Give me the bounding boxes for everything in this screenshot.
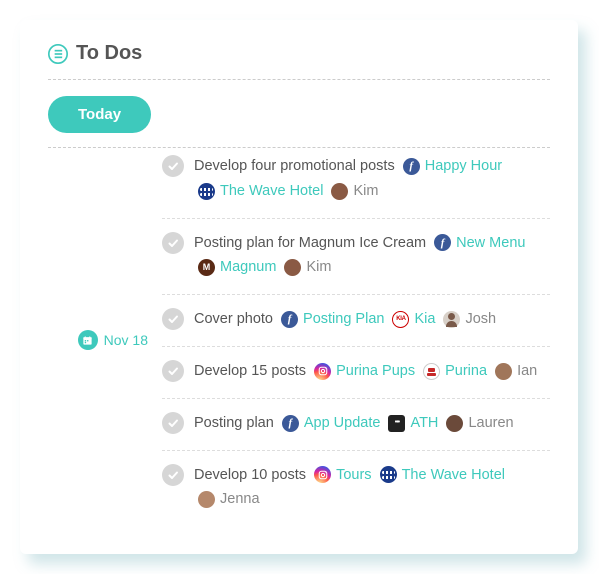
task-body: Develop 15 posts Purina Pups Purina Ian [194, 359, 550, 384]
tag-label: The Wave Hotel [220, 179, 323, 204]
tag-label: ATH [410, 411, 438, 436]
task-body: Posting plan for Magnum Ice Cream New Me… [194, 231, 550, 281]
task-title: Develop 15 posts [194, 363, 306, 379]
tag-label: Jenna [220, 487, 260, 512]
task-row[interactable]: Posting plan App Update ATH Lauren [162, 398, 550, 450]
task-title: Develop 10 posts [194, 467, 306, 483]
assignee-tag[interactable]: Josh [443, 307, 496, 332]
context-tag[interactable]: Tours [314, 463, 371, 488]
tag-label: Posting Plan [303, 307, 384, 332]
assignee-tag[interactable]: Lauren [446, 411, 513, 436]
assignee-tag[interactable]: Kim [331, 179, 378, 204]
context-tag[interactable]: New Menu [434, 231, 525, 256]
tag-label: Tours [336, 463, 371, 488]
facebook-icon [403, 158, 420, 175]
tag-label: Purina Pups [336, 359, 415, 384]
context-tag[interactable]: Posting Plan [281, 307, 384, 332]
todo-card: To Dos Today Nov 18 Develop four promoti… [20, 20, 578, 554]
assignee-tag[interactable]: Jenna [198, 487, 260, 512]
today-button[interactable]: Today [48, 96, 151, 133]
instagram-icon [314, 466, 331, 483]
tag-label: Lauren [468, 411, 513, 436]
context-tag[interactable]: Magnum [198, 255, 276, 280]
complete-checkbox[interactable] [162, 308, 184, 330]
facebook-icon [434, 234, 451, 251]
tag-label: Ian [517, 359, 537, 384]
tag-label: Kia [414, 307, 435, 332]
task-row[interactable]: Develop 10 posts Tours The Wave Hotel Je… [162, 450, 550, 527]
context-tag[interactable]: The Wave Hotel [380, 463, 505, 488]
task-row[interactable]: Posting plan for Magnum Ice Cream New Me… [162, 218, 550, 295]
context-tag[interactable]: Happy Hour [403, 154, 502, 179]
avatar-icon [446, 415, 463, 432]
tag-label: Kim [353, 179, 378, 204]
complete-checkbox[interactable] [162, 232, 184, 254]
tag-label: Purina [445, 359, 487, 384]
context-tag[interactable]: Purina Pups [314, 359, 415, 384]
facebook-icon [282, 415, 299, 432]
task-body: Develop 10 posts Tours The Wave Hotel Je… [194, 463, 550, 513]
task-row[interactable]: Develop 15 posts Purina Pups Purina Ian [162, 346, 550, 398]
context-tag[interactable]: App Update [282, 411, 381, 436]
avatar-icon [331, 183, 348, 200]
complete-checkbox[interactable] [162, 360, 184, 382]
context-tag[interactable]: ATH [388, 411, 438, 436]
date-label: Nov 18 [104, 332, 148, 348]
context-tag[interactable]: Kia [392, 307, 435, 332]
avatar-icon [495, 363, 512, 380]
avatar-icon [198, 491, 215, 508]
context-tag[interactable]: The Wave Hotel [198, 179, 323, 204]
complete-checkbox[interactable] [162, 155, 184, 177]
divider [48, 79, 550, 80]
date-column: Nov 18 [48, 148, 148, 526]
task-body: Cover photo Posting Plan Kia Josh [194, 307, 550, 332]
date-badge[interactable]: Nov 18 [78, 154, 148, 526]
magnum-logo-icon [198, 259, 215, 276]
calendar-icon [78, 330, 98, 350]
kia-logo-icon [392, 311, 409, 328]
task-list: Develop four promotional posts Happy Hou… [162, 148, 550, 526]
task-title: Posting plan for Magnum Ice Cream [194, 235, 426, 251]
wave-logo-icon [380, 466, 397, 483]
task-row[interactable]: Cover photo Posting Plan Kia Josh [162, 294, 550, 346]
card-header: To Dos [48, 42, 550, 65]
context-tag[interactable]: Purina [423, 359, 487, 384]
complete-checkbox[interactable] [162, 464, 184, 486]
task-title: Posting plan [194, 415, 274, 431]
page-title: To Dos [76, 42, 142, 65]
day-section: Nov 18 Develop four promotional posts Ha… [48, 148, 550, 526]
assignee-tag[interactable]: Ian [495, 359, 537, 384]
tag-label: Happy Hour [425, 154, 502, 179]
complete-checkbox[interactable] [162, 412, 184, 434]
avatar-icon [284, 259, 301, 276]
task-row[interactable]: Develop four promotional posts Happy Hou… [162, 148, 550, 218]
task-title: Cover photo [194, 311, 273, 327]
tag-label: Josh [465, 307, 496, 332]
ath-logo-icon [388, 415, 405, 432]
assignee-tag[interactable]: Kim [284, 255, 331, 280]
list-icon [48, 44, 68, 64]
task-body: Develop four promotional posts Happy Hou… [194, 154, 550, 204]
instagram-icon [314, 363, 331, 380]
task-body: Posting plan App Update ATH Lauren [194, 411, 550, 436]
tag-label: New Menu [456, 231, 525, 256]
wave-logo-icon [198, 183, 215, 200]
purina-logo-icon [423, 363, 440, 380]
tag-label: Kim [306, 255, 331, 280]
avatar-icon [443, 311, 460, 328]
tag-label: The Wave Hotel [402, 463, 505, 488]
tag-label: Magnum [220, 255, 276, 280]
tag-label: App Update [304, 411, 381, 436]
facebook-icon [281, 311, 298, 328]
task-title: Develop four promotional posts [194, 158, 395, 174]
